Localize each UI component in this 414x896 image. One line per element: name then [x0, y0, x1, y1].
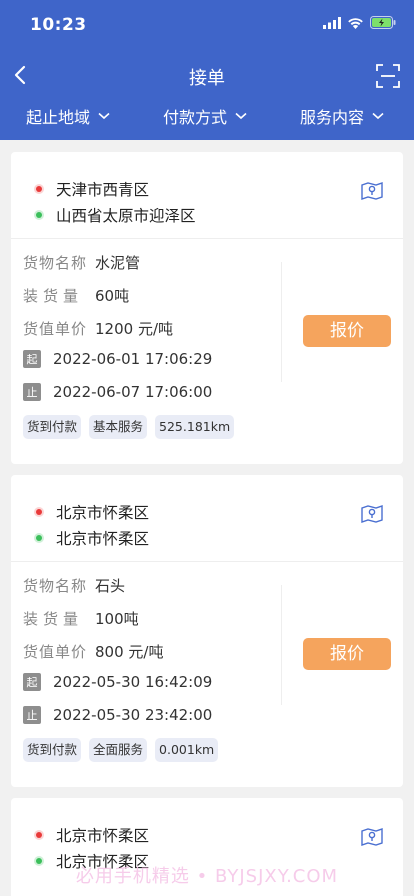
tag-list: 货到付款 基本服务 525.181km — [23, 415, 235, 439]
wifi-icon — [348, 17, 363, 29]
filter-service[interactable]: 服务内容 — [300, 104, 384, 128]
filter-bar: 起止地域 付款方式 服务内容 — [0, 104, 414, 132]
chevron-down-icon — [235, 112, 247, 120]
quote-button[interactable]: 报价 — [303, 315, 391, 347]
tag-list: 货到付款 全面服务 0.001km — [23, 738, 219, 762]
start-time-value: 2022-05-30 16:42:09 — [53, 673, 213, 691]
origin-dot — [36, 186, 42, 192]
origin-address: 北京市怀柔区 — [36, 501, 149, 523]
order-list: 天津市西青区 山西省太原市迎泽区 货物名称 水泥管 装货量 60吨 货值单价 1200… — [0, 140, 414, 896]
cargo-value: 水泥管 — [95, 254, 141, 272]
amount-label: 装货量 — [23, 287, 84, 305]
cargo-label: 货物名称 — [23, 577, 88, 595]
origin-text: 北京市怀柔区 — [56, 827, 150, 845]
start-time-row: 起 2022-06-01 17:06:29 — [23, 350, 212, 368]
card-divider — [11, 238, 403, 239]
status-icons — [323, 16, 396, 29]
quote-button[interactable]: 报价 — [303, 638, 391, 670]
end-time-row: 止 2022-05-30 23:42:00 — [23, 706, 212, 724]
price-row: 货值单价 800 元/吨 — [23, 641, 163, 662]
card-vertical-divider — [281, 585, 282, 705]
start-time-row: 起 2022-05-30 16:42:09 — [23, 673, 212, 691]
price-value: 1200 元/吨 — [95, 320, 173, 338]
order-card[interactable]: 天津市西青区 山西省太原市迎泽区 货物名称 水泥管 装货量 60吨 货值单价 1200… — [11, 152, 403, 464]
filter-region-label: 起止地域 — [26, 108, 91, 127]
filter-payment-label: 付款方式 — [163, 108, 228, 127]
status-bar: 10:23 — [0, 0, 414, 50]
end-time-row: 止 2022-06-07 17:06:00 — [23, 383, 212, 401]
price-row: 货值单价 1200 元/吨 — [23, 318, 173, 339]
price-label: 货值单价 — [23, 643, 88, 661]
amount-value: 100吨 — [95, 610, 139, 628]
map-location-icon[interactable] — [361, 504, 383, 524]
nav-bar: 接单 — [0, 56, 414, 96]
chevron-down-icon — [98, 112, 110, 120]
amount-row: 装货量 60吨 — [23, 285, 129, 306]
price-label: 货值单价 — [23, 320, 88, 338]
cargo-row: 货物名称 石头 — [23, 575, 125, 596]
origin-text: 天津市西青区 — [56, 181, 150, 199]
cargo-value: 石头 — [95, 577, 126, 595]
order-card[interactable]: 北京市怀柔区 北京市怀柔区 货物名称 石头 装货量 100吨 货值单价 800 元/吨… — [11, 475, 403, 787]
origin-text: 北京市怀柔区 — [56, 504, 150, 522]
destination-text: 山西省太原市迎泽区 — [56, 207, 196, 225]
signal-icon — [323, 16, 341, 29]
origin-dot — [36, 832, 42, 838]
destination-address: 山西省太原市迎泽区 — [36, 204, 196, 226]
amount-value: 60吨 — [95, 287, 130, 305]
service-tag: 全面服务 — [89, 738, 148, 762]
payment-tag: 货到付款 — [23, 415, 82, 439]
cargo-row: 货物名称 水泥管 — [23, 252, 140, 273]
battery-icon — [370, 16, 396, 29]
price-value: 800 元/吨 — [95, 643, 164, 661]
amount-row: 装货量 100吨 — [23, 608, 139, 629]
cargo-label: 货物名称 — [23, 254, 88, 272]
map-location-icon[interactable] — [361, 827, 383, 847]
origin-address: 北京市怀柔区 — [36, 824, 149, 846]
end-time-value: 2022-05-30 23:42:00 — [53, 706, 213, 724]
start-time-value: 2022-06-01 17:06:29 — [53, 350, 213, 368]
amount-label: 装货量 — [23, 610, 84, 628]
destination-address: 北京市怀柔区 — [36, 527, 149, 549]
filter-region[interactable]: 起止地域 — [26, 104, 110, 128]
distance-tag: 525.181km — [155, 415, 235, 439]
destination-dot — [36, 212, 42, 218]
end-time-value: 2022-06-07 17:06:00 — [53, 383, 213, 401]
end-badge: 止 — [23, 706, 41, 724]
watermark: 必用手机精选 • BYJSJXY.COM — [75, 866, 339, 887]
card-vertical-divider — [281, 262, 282, 382]
chevron-down-icon — [372, 112, 384, 120]
end-badge: 止 — [23, 383, 41, 401]
start-badge: 起 — [23, 350, 41, 368]
origin-address: 天津市西青区 — [36, 178, 149, 200]
page-title: 接单 — [189, 68, 225, 89]
filter-service-label: 服务内容 — [300, 108, 365, 127]
card-divider — [11, 561, 403, 562]
start-badge: 起 — [23, 673, 41, 691]
scan-icon[interactable] — [376, 64, 400, 88]
filter-payment[interactable]: 付款方式 — [163, 104, 247, 128]
header-bar: 10:23 接单 起止地域 付款方式 服务内容 — [0, 0, 414, 140]
payment-tag: 货到付款 — [23, 738, 82, 762]
service-tag: 基本服务 — [89, 415, 148, 439]
destination-dot — [36, 535, 42, 541]
status-time: 10:23 — [30, 15, 87, 35]
map-location-icon[interactable] — [361, 181, 383, 201]
distance-tag: 0.001km — [155, 738, 219, 762]
origin-dot — [36, 509, 42, 515]
destination-text: 北京市怀柔区 — [56, 530, 150, 548]
